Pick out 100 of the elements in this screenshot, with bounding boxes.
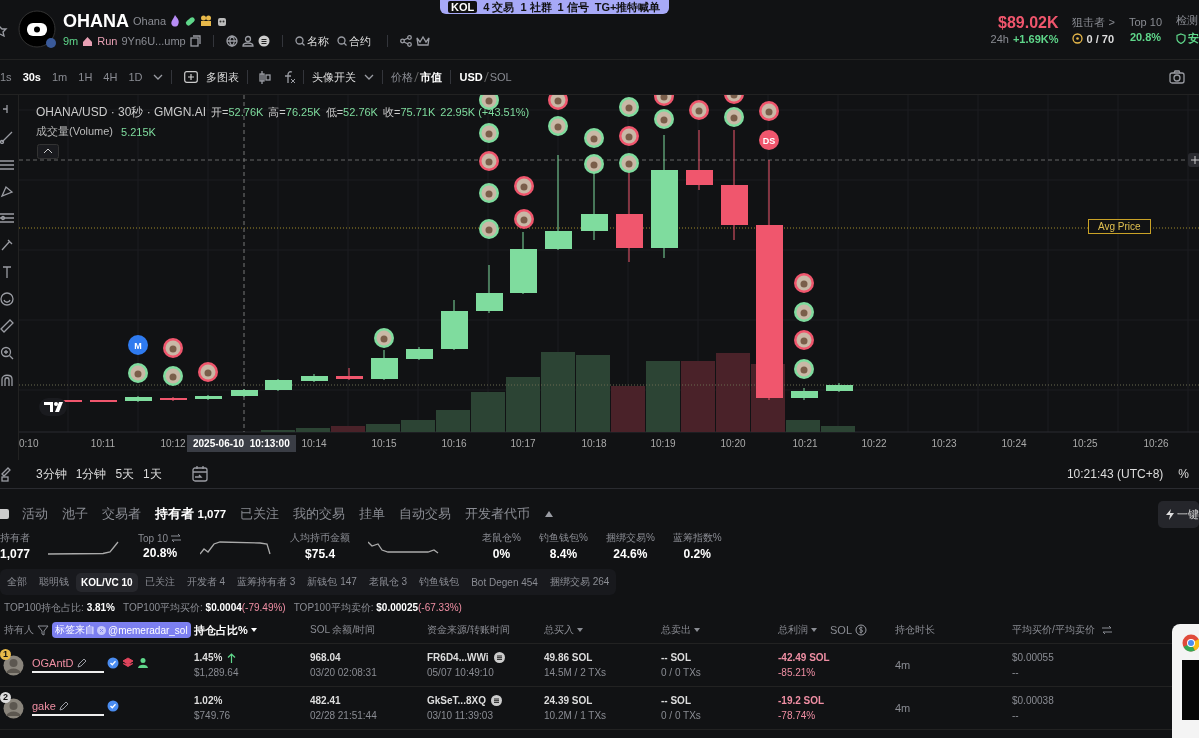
filter-chip[interactable]: 新钱包 147 [302,571,362,593]
avatar-icon [163,338,183,358]
snipers-link[interactable]: 狙击者 > [1072,14,1115,30]
table-cell: -- SOL [661,695,691,706]
column-header[interactable]: 总卖出 [661,623,691,637]
brush-icon[interactable] [0,238,14,252]
filter-chip[interactable]: 全部 [2,571,32,593]
edit-icon[interactable] [58,701,69,711]
panel-tab[interactable]: 活动 [22,505,48,523]
filter-icon[interactable] [37,624,49,636]
coin-icon[interactable] [493,652,505,663]
display-mode-option[interactable]: 价格 [391,69,414,85]
swap-icon[interactable] [1100,625,1113,635]
interval-tab[interactable]: 1H [78,71,93,83]
collapse-triangle-icon[interactable] [544,510,555,518]
candle [125,395,152,403]
candle-type-icon[interactable] [259,70,272,84]
sort-caret-icon[interactable] [577,628,583,632]
range-button[interactable]: 5天 [115,465,135,483]
filter-chip[interactable]: Bot Degen 454 [466,572,543,592]
candle [301,373,328,383]
fib-tool-icon[interactable] [0,211,14,225]
chevron-down-icon[interactable] [153,73,164,81]
search-link[interactable]: 名称 [294,33,329,49]
person-icon [137,656,149,669]
quick-buy-button[interactable]: 一键 [1158,500,1199,528]
multi-chart-button[interactable]: 多图表 [206,69,240,85]
sort-caret-icon[interactable] [811,628,817,632]
filter-chip[interactable]: 已关注 [139,571,180,593]
timezone-clock[interactable]: 10:21:43 (UTC+8) [1066,467,1164,481]
panel-toggle-icon[interactable] [0,508,10,520]
interval-tab[interactable]: 4H [103,71,118,83]
filter-chip[interactable]: KOL/VC 10 [76,572,138,592]
currency-option[interactable]: USD [459,71,483,83]
browser-icon[interactable] [1182,634,1199,652]
range-button[interactable]: 3分钟 [36,465,67,483]
panel-tab[interactable]: 开发者代币 [465,505,531,523]
edit-icon[interactable] [76,658,87,668]
coin-icon[interactable] [490,695,502,706]
column-header[interactable]: 总利润 [778,623,808,637]
ruler-icon[interactable] [0,319,14,333]
stat-label: 蓝筹指数% [672,531,722,545]
column-header[interactable]: 总买入 [544,623,574,637]
camera-icon[interactable] [1169,70,1185,84]
globe-icon[interactable] [225,35,238,47]
calendar-icon[interactable] [190,466,209,482]
lines-tool-icon[interactable] [0,157,14,171]
panel-tab[interactable]: 持有者 1,077 [155,505,227,523]
table-cell-text: 10.2M / 1 TXs [544,710,608,721]
function-icon[interactable] [283,70,296,84]
interval-tab[interactable]: 1D [128,71,143,83]
node-tool-icon[interactable] [0,184,14,198]
search-link[interactable]: 合约 [336,33,371,49]
interval-tab[interactable]: 30s [22,71,41,83]
line-tool-icon[interactable] [0,130,14,144]
panel-tab[interactable]: 交易者 [102,505,141,523]
add-chart-icon[interactable] [184,71,199,83]
interval-tab[interactable]: 1s [0,71,12,83]
column-header[interactable]: 持仓占比% [194,622,248,638]
magnet-icon[interactable] [0,373,14,387]
range-button[interactable]: 1分钟 [75,465,107,483]
sort-caret-icon[interactable] [250,628,257,632]
panel-tab[interactable]: 自动交易 [399,505,452,523]
sort-caret-icon[interactable] [694,628,700,632]
panel-tab[interactable]: 我的交易 [293,505,346,523]
tag-source-chip[interactable]: 标签来自 @memeradar_sol [52,622,191,638]
panel-tab[interactable]: 已关注 [240,505,280,523]
copy-icon[interactable] [189,35,201,47]
currency-option[interactable]: SOL [489,71,512,83]
coin-icon[interactable] [257,35,270,47]
holder-name[interactable]: gake [32,700,56,712]
filter-chip[interactable]: 聪明钱 [34,571,74,593]
candle [371,349,398,381]
display-mode-option[interactable]: 市值 [420,69,443,85]
interval-tab[interactable]: 1m [52,71,68,83]
percent-toggle[interactable]: % [1178,467,1189,481]
filter-chip[interactable]: 钓鱼钱包 [414,571,465,593]
zoom-in-icon[interactable] [0,346,14,360]
text-tool-icon[interactable] [0,265,14,279]
filter-chip[interactable]: 蓝筹持有者 3 [232,571,301,593]
panel-tab[interactable]: 挂单 [359,505,386,523]
person-icon[interactable] [241,35,254,47]
panel-tab[interactable]: 池子 [62,505,88,523]
add-line-icon[interactable] [1188,153,1199,167]
collapse-icon[interactable] [37,144,59,159]
filter-chip[interactable]: 开发者 4 [181,571,231,593]
swap-icon[interactable] [170,533,183,543]
filter-chip[interactable]: 捆绑交易 264 [544,571,615,593]
house-icon [82,35,94,47]
holder-name[interactable]: OGAntD [32,657,74,669]
chevron-down-icon[interactable] [364,73,375,81]
check-value: 安 [1188,31,1199,46]
range-button[interactable]: 1天 [143,465,162,483]
crown-icon[interactable] [415,35,430,47]
avatar-toggle-button[interactable]: 头像开关 [312,69,357,85]
table-cell: 1.45% [194,652,223,663]
filter-chip[interactable]: 老鼠仓 3 [363,571,413,593]
smiley-icon[interactable] [0,292,14,306]
dollar-coin-icon[interactable] [855,624,867,636]
share-icon[interactable] [399,35,412,47]
